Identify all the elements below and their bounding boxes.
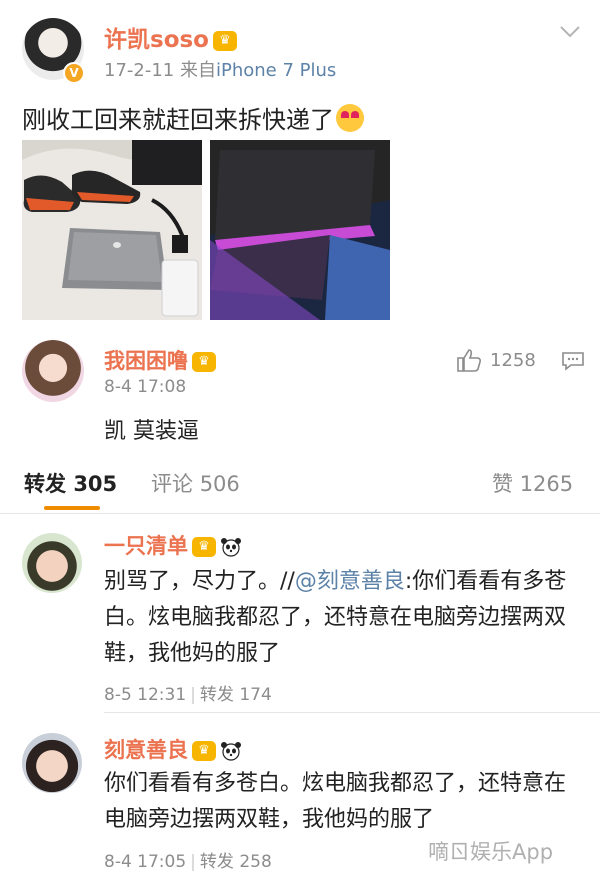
comment-1-author[interactable]: 一只清单 ♛ [104, 530, 242, 560]
laptop-shoes-photo [22, 140, 202, 320]
reply-like-count: 1258 [490, 349, 536, 371]
separator: | [190, 685, 196, 705]
post-photo-1[interactable] [22, 140, 202, 320]
panda-icon [221, 742, 241, 761]
crown-badge-icon: ♛ [212, 30, 237, 51]
reply-author-avatar[interactable] [22, 340, 84, 402]
post-photo-2[interactable] [210, 140, 390, 320]
comment-1-text: 别骂了，尽力了。//@刻意善良:你们看看有多苍白。炫电脑我都忍了，还特意在电脑旁… [104, 564, 574, 672]
comment-2-meta: 8-4 17:05 | 转发 258 [104, 847, 272, 872]
crown-badge-icon: ♛ [192, 352, 216, 372]
tab-comment-label: 评论 [151, 472, 193, 496]
verified-v-icon: V [63, 62, 85, 84]
author-name-text: 许凯soso [104, 27, 209, 53]
reply-text: 凯 莫装逼 [104, 419, 199, 444]
post-source[interactable]: iPhone 7 Plus [216, 60, 336, 81]
tab-comment[interactable]: 评论 506 [151, 468, 240, 498]
comment-2-forward-count: 258 [239, 852, 272, 872]
reply-like-button[interactable]: 1258 [456, 348, 536, 372]
heart-eyes-emoji-icon [336, 104, 364, 132]
post-date: 17-2-11 [104, 60, 175, 81]
tab-comment-count: 506 [199, 472, 240, 496]
comment-divider [104, 712, 600, 713]
tab-forward[interactable]: 转发 305 [24, 468, 117, 498]
comment-2-author-text: 刻意善良 [104, 738, 188, 762]
crown-badge-icon: ♛ [192, 537, 216, 557]
comment-1-date: 8-5 12:31 [104, 685, 187, 705]
reply-author-text: 我困困噜 [104, 349, 188, 373]
reply-author-name[interactable]: 我困困噜 ♛ [104, 345, 216, 375]
app-watermark: 嘀ㄖ娱乐App [428, 840, 554, 864]
comment-1-avatar[interactable] [22, 533, 82, 593]
chevron-down-icon[interactable] [558, 24, 582, 40]
comment-1-author-text: 一只清单 [104, 534, 188, 558]
post-text: 刚收工回来就赶回来拆快递了 [22, 100, 364, 135]
source-prefix: 来自 [180, 60, 216, 81]
tab-active-indicator [44, 506, 100, 510]
panda-icon [221, 538, 241, 557]
comment-1-forward-count: 174 [239, 685, 272, 705]
comment-2-forward-label: 转发 [199, 852, 234, 872]
tab-like-count: 1265 [519, 472, 574, 496]
tab-like[interactable]: 赞 1265 [492, 468, 573, 498]
tab-like-label: 赞 [492, 472, 513, 496]
comment-1-forward-label: 转发 [199, 685, 234, 705]
comment-1-meta: 8-5 12:31 | 转发 174 [104, 680, 272, 705]
comment-1-text-before: 别骂了，尽力了。// [104, 569, 295, 594]
tab-forward-label: 转发 [24, 472, 66, 496]
separator: | [190, 852, 196, 872]
comment-2-text: 你们看看有多苍白。炫电脑我都忍了，还特意在电脑旁边摆两双鞋，我他妈的服了 [104, 771, 567, 832]
comment-1-mention[interactable]: @刻意善良 [295, 569, 405, 594]
weibo-post: V 许凯soso ♛ 17-2-11 来自iPhone 7 Plus 刚收工回来就… [0, 0, 600, 335]
laptop-glow-photo [210, 140, 390, 320]
post-meta: 17-2-11 来自iPhone 7 Plus [104, 56, 336, 82]
interaction-tabs: 转发 305 评论 506 赞 1265 [0, 462, 600, 514]
crown-badge-icon: ♛ [192, 741, 216, 761]
comment-2-avatar[interactable] [22, 733, 82, 793]
comment-2-date: 8-4 17:05 [104, 852, 187, 872]
comment-icon[interactable] [561, 351, 585, 371]
thumbs-up-icon [457, 349, 482, 372]
post-text-content: 刚收工回来就赶回来拆快递了 [22, 106, 334, 134]
reply-date: 8-4 17:08 [104, 377, 187, 397]
tab-forward-count: 305 [73, 472, 118, 496]
post-author-name[interactable]: 许凯soso ♛ [104, 20, 237, 54]
comment-2-author[interactable]: 刻意善良 ♛ [104, 734, 242, 764]
